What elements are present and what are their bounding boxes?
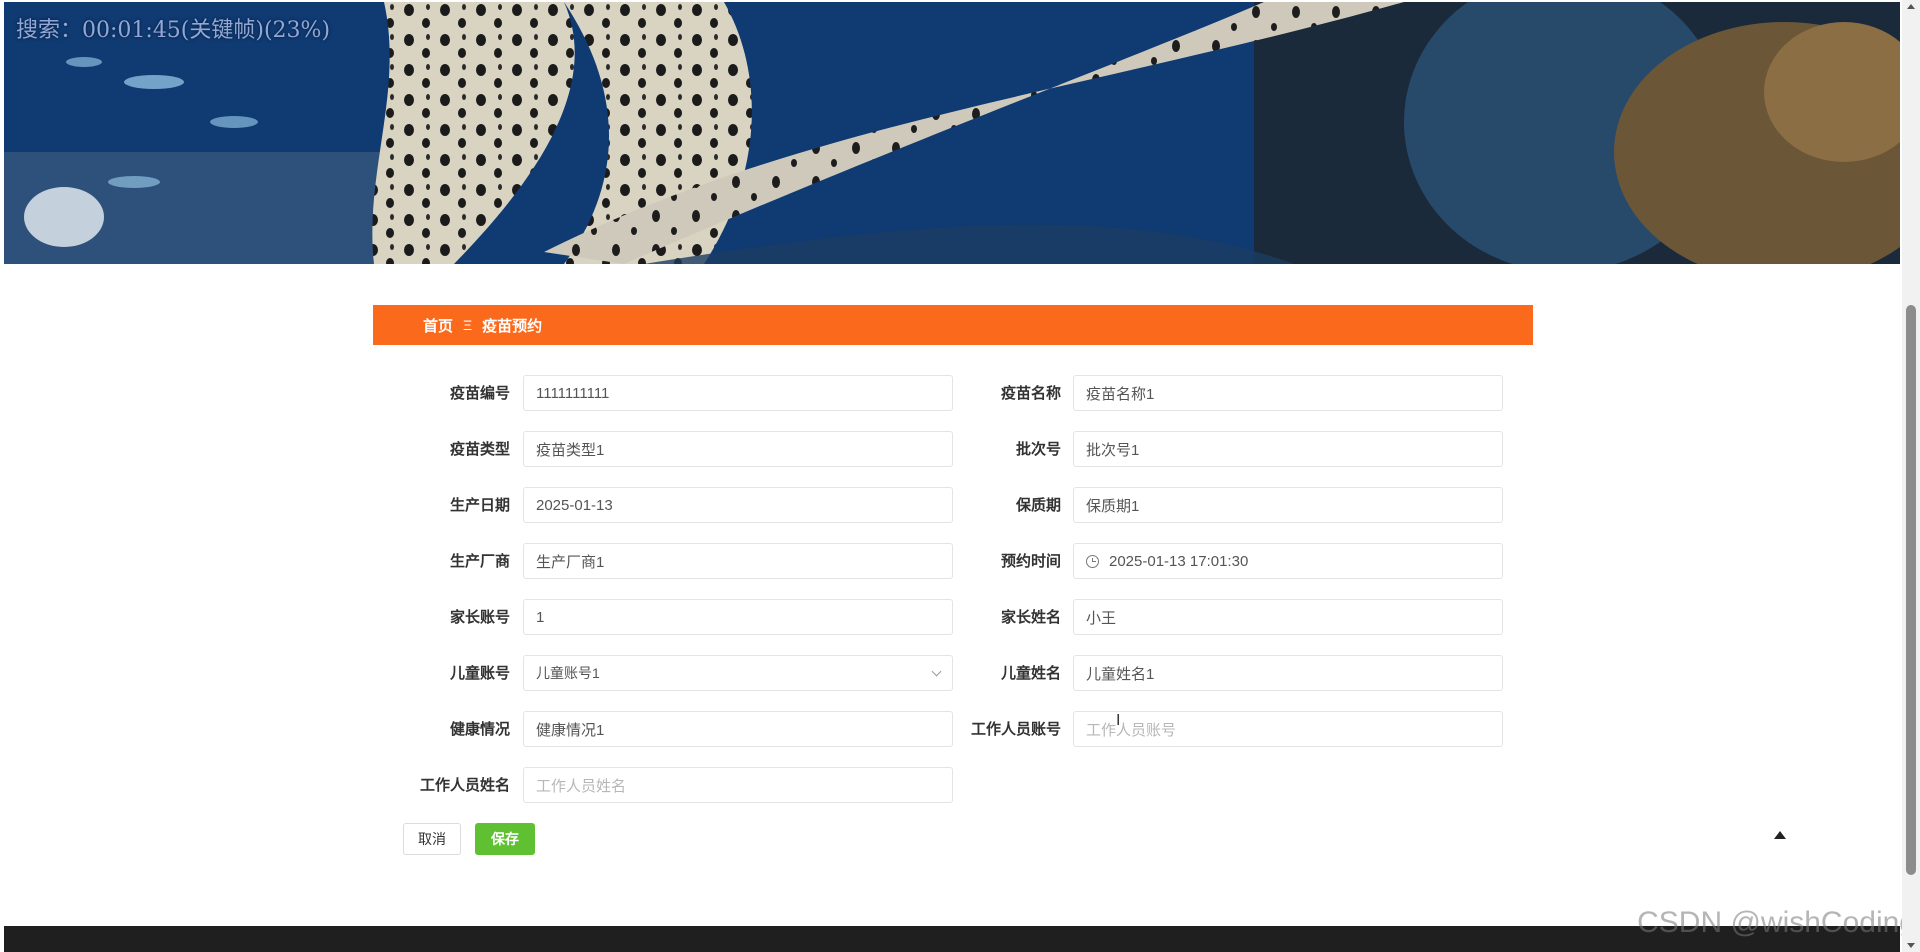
batch-no-input[interactable]: 批次号1 xyxy=(1073,431,1503,467)
manufacturer-input[interactable]: 生产厂商1 xyxy=(523,543,953,579)
label-parent-name: 家长姓名 xyxy=(1000,609,1061,626)
label-health: 健康情况 xyxy=(449,721,510,738)
appointment-time-picker[interactable]: 2025-01-13 17:01:30 xyxy=(1073,543,1503,579)
label-manufacturer: 生产厂商 xyxy=(449,553,510,570)
parent-name-input[interactable]: 小王 xyxy=(1073,599,1503,635)
child-name-input[interactable]: 儿童姓名1 xyxy=(1073,655,1503,691)
vaccine-name-input[interactable]: 疫苗名称1 xyxy=(1073,375,1503,411)
shelf-life-value: 保质期1 xyxy=(1086,497,1140,515)
label-staff-account: 工作人员账号 xyxy=(970,721,1061,738)
parent-account-value: 1 xyxy=(536,608,545,626)
breadcrumb-current: 疫苗预约 xyxy=(482,317,543,335)
video-search-overlay: 搜索：00:01:45(关键帧)(23%) xyxy=(16,18,331,43)
vaccine-type-value: 疫苗类型1 xyxy=(536,441,605,459)
production-date-input[interactable]: 2025-01-13 xyxy=(523,487,953,523)
cancel-button[interactable]: 取消 xyxy=(403,823,461,855)
label-vaccine-name: 疫苗名称 xyxy=(1000,385,1061,402)
watermark: CSDN @wishCoding xyxy=(1637,906,1916,939)
label-appointment-time: 预约时间 xyxy=(1000,553,1061,570)
appointment-time-value: 2025-01-13 17:01:30 xyxy=(1109,552,1249,570)
vaccine-type-input[interactable]: 疫苗类型1 xyxy=(523,431,953,467)
health-input[interactable]: 健康情况1 xyxy=(523,711,953,747)
health-value: 健康情况1 xyxy=(536,721,605,739)
footer-bar xyxy=(4,926,1900,952)
child-account-select[interactable]: 儿童账号1 xyxy=(523,655,953,691)
breadcrumb-home[interactable]: 首页 xyxy=(423,315,453,336)
save-button[interactable]: 保存 xyxy=(475,823,535,855)
scroll-up-icon[interactable] xyxy=(1907,4,1915,9)
label-vaccine-code: 疫苗编号 xyxy=(449,385,510,402)
scrollbar-thumb[interactable] xyxy=(1906,305,1916,875)
manufacturer-value: 生产厂商1 xyxy=(536,553,605,571)
clock-icon xyxy=(1086,554,1099,568)
text-cursor-icon: I xyxy=(1116,712,1121,729)
child-name-value: 儿童姓名1 xyxy=(1086,665,1155,683)
batch-no-value: 批次号1 xyxy=(1086,441,1140,459)
staff-account-placeholder: 工作人员账号 xyxy=(1086,721,1177,739)
staff-account-input[interactable]: 工作人员账号 xyxy=(1073,711,1503,747)
breadcrumb: 首页 Ξ 疫苗预约 xyxy=(373,305,1533,345)
label-shelf-life: 保质期 xyxy=(1015,497,1061,514)
breadcrumb-separator-icon: Ξ xyxy=(463,317,473,333)
label-vaccine-type: 疫苗类型 xyxy=(449,441,510,458)
scroll-down-icon[interactable] xyxy=(1907,943,1915,948)
parent-account-input[interactable]: 1 xyxy=(523,599,953,635)
label-child-account: 儿童账号 xyxy=(449,665,510,682)
vaccine-name-value: 疫苗名称1 xyxy=(1086,385,1155,403)
child-account-value: 儿童账号1 xyxy=(536,665,600,681)
staff-name-input[interactable]: 工作人员姓名 xyxy=(523,767,953,803)
label-child-name: 儿童姓名 xyxy=(1000,665,1061,682)
production-date-value: 2025-01-13 xyxy=(536,496,613,514)
staff-name-placeholder: 工作人员姓名 xyxy=(536,777,627,795)
label-batch-no: 批次号 xyxy=(1015,441,1061,458)
triangle-up-icon[interactable] xyxy=(1774,831,1786,839)
vaccine-code-input[interactable]: 1111111111 xyxy=(523,375,953,411)
parent-name-value: 小王 xyxy=(1086,609,1117,627)
label-staff-name: 工作人员姓名 xyxy=(419,777,510,794)
label-parent-account: 家长账号 xyxy=(449,609,510,626)
vertical-scrollbar[interactable] xyxy=(1902,0,1920,952)
shelf-life-input[interactable]: 保质期1 xyxy=(1073,487,1503,523)
label-production-date: 生产日期 xyxy=(449,497,510,514)
vaccine-code-value: 1111111111 xyxy=(536,384,610,402)
banner-image: 搜索：00:01:45(关键帧)(23%) xyxy=(4,2,1900,264)
